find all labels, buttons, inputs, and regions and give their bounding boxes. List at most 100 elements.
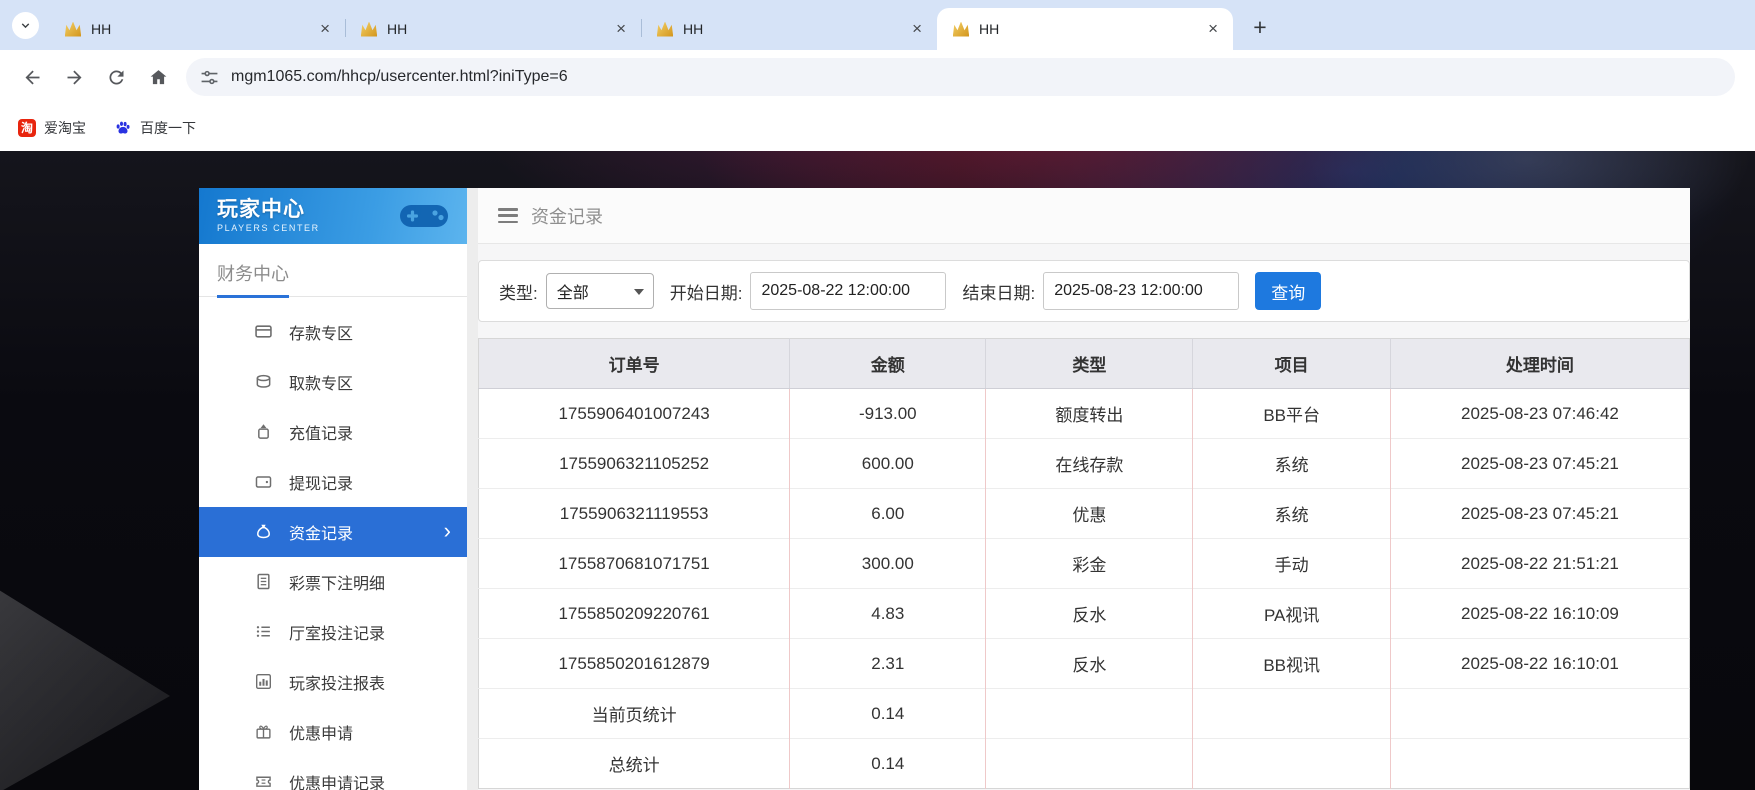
withdrawal-record-icon — [255, 473, 272, 490]
search-button[interactable]: 查询 — [1255, 272, 1321, 310]
table-cell: 1755906321119553 — [479, 489, 790, 539]
bookmark-baidu[interactable]: 百度一下 — [114, 118, 196, 138]
new-tab-button[interactable]: + — [1245, 12, 1275, 42]
table-cell: 优惠 — [986, 489, 1193, 539]
brand-favicon — [657, 22, 673, 37]
table-row: 17559063211195536.00优惠系统2025-08-23 07:45… — [479, 489, 1690, 539]
table-cell: 0.14 — [790, 689, 986, 739]
sidebar-header: 玩家中心 PLAYERS CENTER — [199, 188, 467, 244]
finance-center-section-title: 财务中心 — [199, 244, 467, 297]
sidebar-item-recharge-records[interactable]: 充值记录 — [199, 407, 467, 457]
column-header: 类型 — [986, 339, 1193, 389]
bookmark-taobao[interactable]: 淘爱淘宝 — [18, 118, 86, 138]
tab-close-icon[interactable]: × — [907, 19, 927, 39]
players-center-subtitle: PLAYERS CENTER — [217, 223, 320, 233]
sidebar-item-promo-apply[interactable]: 优惠申请 — [199, 707, 467, 757]
table-row: 1755870681071751300.00彩金手动2025-08-22 21:… — [479, 539, 1690, 589]
gamepad-icon — [397, 201, 451, 231]
table-cell: 手动 — [1193, 539, 1390, 589]
start-date-label: 开始日期: — [670, 279, 743, 304]
address-bar[interactable]: mgm1065.com/hhcp/usercenter.html?iniType… — [186, 58, 1735, 96]
chevron-down-icon — [19, 19, 32, 32]
end-date-input[interactable] — [1043, 272, 1239, 310]
browser-tab[interactable]: HH× — [937, 8, 1233, 50]
funds-record-table: 订单号金额类型项目处理时间 1755906401007243-913.00额度转… — [478, 338, 1690, 789]
start-date-input[interactable] — [750, 272, 946, 310]
tab-title: HH — [387, 21, 611, 37]
browser-tab[interactable]: HH× — [641, 8, 937, 50]
brand-favicon — [953, 22, 969, 37]
table-cell — [1193, 689, 1390, 739]
table-cell: -913.00 — [790, 389, 986, 439]
sidebar-item-withdraw-zone[interactable]: 取款专区 — [199, 357, 467, 407]
refresh-button[interactable] — [96, 57, 136, 97]
table-cell: BB视讯 — [1193, 639, 1390, 689]
table-row: 17558502016128792.31反水BB视讯2025-08-22 16:… — [479, 639, 1690, 689]
table-cell: 1755906321105252 — [479, 439, 790, 489]
main-panel: 资金记录 类型: 全部 开始日期: 结束日期: 查询 — [478, 188, 1690, 790]
sidebar-item-promo-apply-records[interactable]: 优惠申请记录 — [199, 757, 467, 790]
sidebar-item-player-bet-report[interactable]: 玩家投注报表 — [199, 657, 467, 707]
column-header: 订单号 — [479, 339, 790, 389]
deposit-card-icon — [255, 323, 272, 340]
tab-close-icon[interactable]: × — [315, 19, 335, 39]
table-cell: 彩金 — [986, 539, 1193, 589]
table-cell: 当前页统计 — [479, 689, 790, 739]
column-header: 处理时间 — [1390, 339, 1689, 389]
refresh-icon — [106, 67, 127, 88]
chevron-right-icon: › — [444, 518, 451, 544]
player-center-content: 玩家中心 PLAYERS CENTER 财务中心 存款专区取款专区充值记录提现记… — [199, 188, 1690, 790]
type-label: 类型: — [499, 279, 538, 304]
table-cell — [1390, 739, 1689, 789]
end-date-label: 结束日期: — [962, 279, 1035, 304]
table-cell: PA视讯 — [1193, 589, 1390, 639]
table-cell: 系统 — [1193, 489, 1390, 539]
menu-hamburger-icon[interactable] — [498, 208, 518, 223]
table-cell: 系统 — [1193, 439, 1390, 489]
tab-list: HH×HH×HH×HH× — [49, 8, 1233, 50]
sidebar-item-label: 优惠申请记录 — [289, 770, 385, 790]
sidebar-item-lottery-bet-detail[interactable]: 彩票下注明细 — [199, 557, 467, 607]
finance-center-label: 财务中心 — [217, 260, 289, 298]
tab-title: HH — [91, 21, 315, 37]
sidebar-item-withdrawal-records[interactable]: 提现记录 — [199, 457, 467, 507]
table-cell: 1755870681071751 — [479, 539, 790, 589]
table-row: 1755906321105252600.00在线存款系统2025-08-23 0… — [479, 439, 1690, 489]
bookmark-label: 爱淘宝 — [44, 118, 86, 138]
tab-title: HH — [979, 21, 1203, 37]
browser-window: HH×HH×HH×HH× + mgm1065.com/hhcp/usercent… — [0, 0, 1755, 790]
promo-record-icon — [255, 773, 272, 790]
column-header: 项目 — [1193, 339, 1390, 389]
column-header: 金额 — [790, 339, 986, 389]
table-cell: 2025-08-23 07:46:42 — [1390, 389, 1689, 439]
sidebar-item-label: 提现记录 — [289, 470, 353, 494]
sidebar-item-label: 资金记录 — [289, 520, 353, 544]
sidebar-item-label: 玩家投注报表 — [289, 670, 385, 694]
sidebar-item-hall-bet-records[interactable]: 厅室投注记录 — [199, 607, 467, 657]
sidebar-item-label: 厅室投注记录 — [289, 620, 385, 644]
table-cell: 600.00 — [790, 439, 986, 489]
tab-close-icon[interactable]: × — [611, 19, 631, 39]
type-select[interactable]: 全部 — [546, 273, 654, 309]
sidebar-item-funds-records[interactable]: 资金记录 › — [199, 507, 467, 557]
forward-button[interactable] — [54, 57, 94, 97]
tab-close-icon[interactable]: × — [1203, 19, 1223, 39]
table-cell: 2025-08-22 16:10:01 — [1390, 639, 1689, 689]
bookmarks-bar: 淘爱淘宝 百度一下 — [0, 104, 1755, 151]
home-button[interactable] — [138, 57, 178, 97]
table-cell: 总统计 — [479, 739, 790, 789]
baidu-icon — [114, 119, 132, 137]
table-cell: 2025-08-23 07:45:21 — [1390, 489, 1689, 539]
table-cell: 6.00 — [790, 489, 986, 539]
table-cell: 1755850209220761 — [479, 589, 790, 639]
page-title: 资金记录 — [531, 203, 603, 229]
browser-tab[interactable]: HH× — [49, 8, 345, 50]
table-row: 当前页统计0.14 — [479, 689, 1690, 739]
browser-tab[interactable]: HH× — [345, 8, 641, 50]
sidebar-item-deposit-zone[interactable]: 存款专区 — [199, 307, 467, 357]
table-row: 1755906401007243-913.00额度转出BB平台2025-08-2… — [479, 389, 1690, 439]
back-button[interactable] — [12, 57, 52, 97]
site-settings-icon[interactable] — [200, 68, 219, 87]
tab-search-button[interactable] — [12, 12, 39, 39]
table-cell — [986, 689, 1193, 739]
